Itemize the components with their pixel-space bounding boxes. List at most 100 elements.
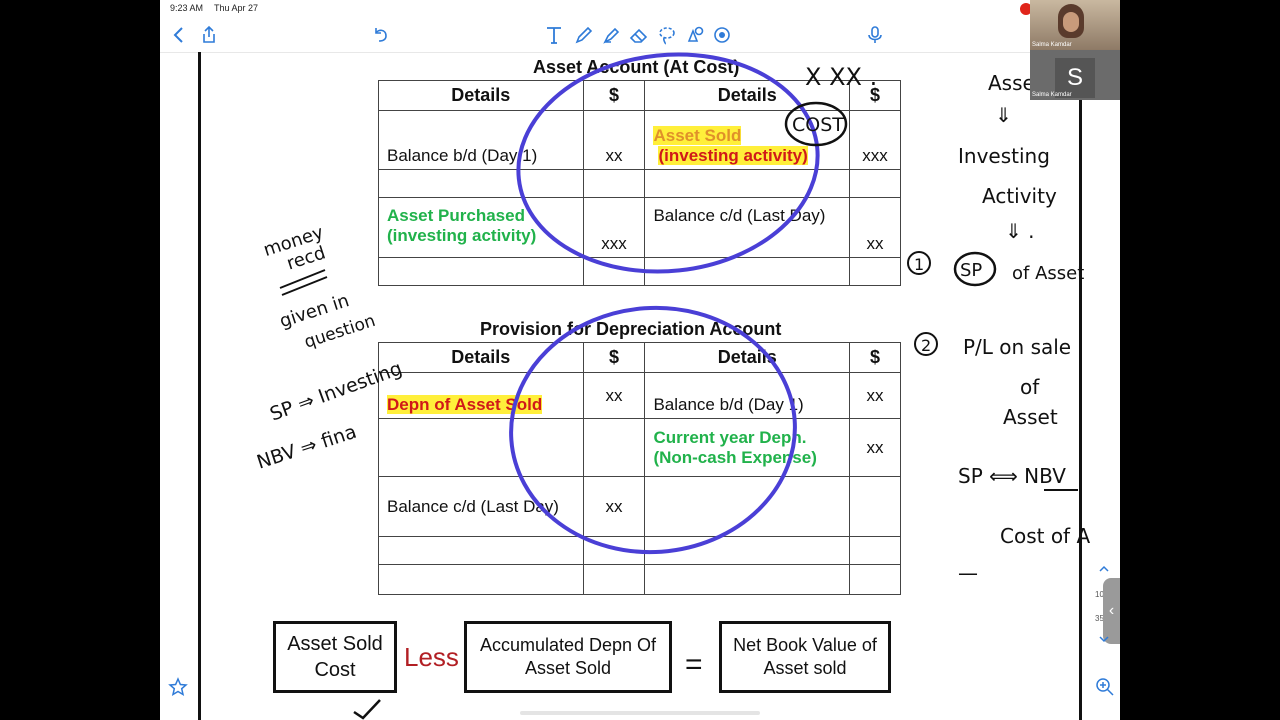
amount-cell: xx: [582, 110, 646, 170]
left-note: NBV ⇒ fina: [254, 421, 359, 474]
current-year-depn-cell: Current year Depn. (Non-cash Expense): [644, 418, 851, 477]
undo-icon[interactable]: [370, 24, 392, 46]
net-book-value-box: Net Book Value of Asset sold: [719, 621, 891, 693]
header-amount-right: $: [849, 342, 901, 373]
asset-purchased-cell: Asset Purchased (investing activity): [378, 197, 584, 258]
table-row: Asset Purchased (investing activity) xxx…: [378, 197, 901, 258]
status-date: Thu Apr 27: [214, 3, 259, 13]
left-note: recd: [284, 242, 328, 274]
table-row: Balance c/d (Last Day) xx: [378, 476, 901, 537]
left-note: question: [302, 311, 378, 353]
right-note: of: [1020, 375, 1040, 399]
header-amount-left: $: [582, 342, 646, 373]
share-icon[interactable]: [198, 24, 220, 46]
amount-cell: xx: [849, 418, 901, 477]
page-right-border: [1079, 52, 1082, 720]
right-note: SP ⟺ NBV: [958, 464, 1066, 488]
left-notes: NBV ⇒ fina: [254, 421, 359, 474]
table-row: Current year Depn. (Non-cash Expense) xx: [378, 418, 901, 477]
right-note: Cost of A: [1000, 524, 1090, 548]
right-note: 2: [921, 336, 931, 355]
left-notes: money recd: [261, 222, 328, 275]
header-amount-right: $: [849, 80, 901, 111]
status-bar: 9:23 AM Thu Apr 27: [160, 0, 1120, 18]
table-header-row: Details $ Details $: [378, 80, 901, 111]
chevron-down-icon[interactable]: [1097, 632, 1111, 646]
color-picker-icon[interactable]: [711, 24, 733, 46]
table-row: Balance b/d (Day 1) xx Asset Sold (inves…: [378, 110, 901, 170]
right-note: 1: [914, 255, 924, 274]
amount-cell: xxx: [582, 197, 646, 258]
right-note: SP: [960, 260, 982, 281]
accumulated-depn-box: Accumulated Depn Of Asset Sold: [464, 621, 672, 693]
eraser-icon[interactable]: [628, 24, 650, 46]
star-icon[interactable]: [168, 677, 188, 697]
table-row: [378, 564, 901, 595]
participant-name-label: Salma Kamdar: [1032, 92, 1072, 98]
lasso-icon[interactable]: [656, 24, 678, 46]
balance-cd-cell: Balance c/d (Last Day): [378, 476, 584, 537]
participant-face: [1063, 12, 1079, 32]
video-call-overlay[interactable]: Salma Kamdar S Salma Kamdar: [1030, 0, 1120, 100]
header-details-right: Details: [644, 342, 851, 373]
amount-cell: xx: [849, 197, 901, 258]
right-note: ⇓: [995, 103, 1012, 127]
right-note: P/L on sale: [963, 335, 1071, 359]
provision-account-table: Details $ Details $ Depn of Asset Sold x…: [378, 342, 901, 595]
shapes-icon[interactable]: [684, 24, 706, 46]
page-left-border: [198, 52, 201, 720]
balance-cd-cell: Balance c/d (Last Day): [644, 197, 851, 258]
text-tool-icon[interactable]: [543, 24, 565, 46]
non-cash-expense-label: (Non-cash Expense): [653, 447, 817, 467]
depn-asset-sold-label: Depn of Asset Sold: [387, 395, 543, 414]
asset-account-table: Details $ Details $ Balance b/d (Day 1) …: [378, 80, 901, 286]
right-note: of Asset: [1012, 263, 1084, 284]
zoom-icon[interactable]: [1095, 677, 1115, 697]
right-note: Investing: [958, 144, 1050, 168]
asset-purchased-label: Asset Purchased: [387, 206, 525, 225]
header-details-left: Details: [378, 342, 584, 373]
participant-video: Salma Kamdar: [1030, 0, 1120, 50]
left-note: given in: [277, 290, 352, 332]
step-two-circle: [914, 332, 938, 356]
asset-sold-cell: Asset Sold (investing activity): [644, 110, 851, 170]
table-row: Depn of Asset Sold xx Balance b/d (Day 1…: [378, 372, 901, 419]
chevron-up-icon[interactable]: [1097, 562, 1111, 576]
microphone-icon[interactable]: [864, 24, 886, 46]
left-note: money: [261, 222, 326, 261]
asset-sold-label: Asset Sold: [653, 126, 742, 145]
investing-activity-label: (investing activity): [387, 226, 537, 245]
header-details-left: Details: [378, 80, 584, 111]
sp-circle: [953, 251, 997, 287]
left-notes: given in question: [277, 290, 378, 353]
drawing-toolbar: [160, 18, 1120, 53]
right-note: Asse: [988, 71, 1035, 95]
chevron-left-icon: ‹: [1108, 602, 1115, 619]
pen-icon[interactable]: [573, 24, 595, 46]
step-one-circle: [907, 251, 931, 275]
right-note: ⇓ .: [1005, 219, 1034, 243]
amount-cell: xxx: [849, 110, 901, 170]
balance-bd-cell: Balance b/d (Day 1): [378, 110, 584, 170]
highlighter-icon[interactable]: [601, 24, 623, 46]
current-year-depn-label: Current year Depn.: [653, 427, 807, 447]
asset-account-title: Asset Account (At Cost): [533, 57, 740, 77]
check-mark: [353, 699, 381, 720]
table-header-row: Details $ Details $: [378, 342, 901, 373]
underline-stroke: [279, 269, 328, 296]
right-note: —: [958, 561, 978, 585]
amount-cell: xx: [582, 476, 646, 537]
asset-sold-cost-box: Asset Sold Cost: [273, 621, 397, 693]
investing-activity-label: (investing activity): [658, 146, 808, 165]
equals-operator: =: [685, 648, 703, 681]
table-row: [378, 169, 901, 198]
right-note: Asset: [1003, 405, 1058, 429]
participant-name-label: Salma Kamdar: [1032, 42, 1072, 48]
header-amount-left: $: [582, 80, 646, 111]
chevron-left-icon[interactable]: [168, 24, 190, 46]
header-details-right: Details: [644, 80, 851, 111]
amount-cell: xx: [849, 372, 901, 419]
provision-account-title: Provision for Depreciation Account: [480, 319, 782, 339]
notes-app-screen: 9:23 AM Thu Apr 27 Asset Account (At Cos…: [160, 0, 1120, 720]
less-operator: Less: [404, 642, 459, 672]
